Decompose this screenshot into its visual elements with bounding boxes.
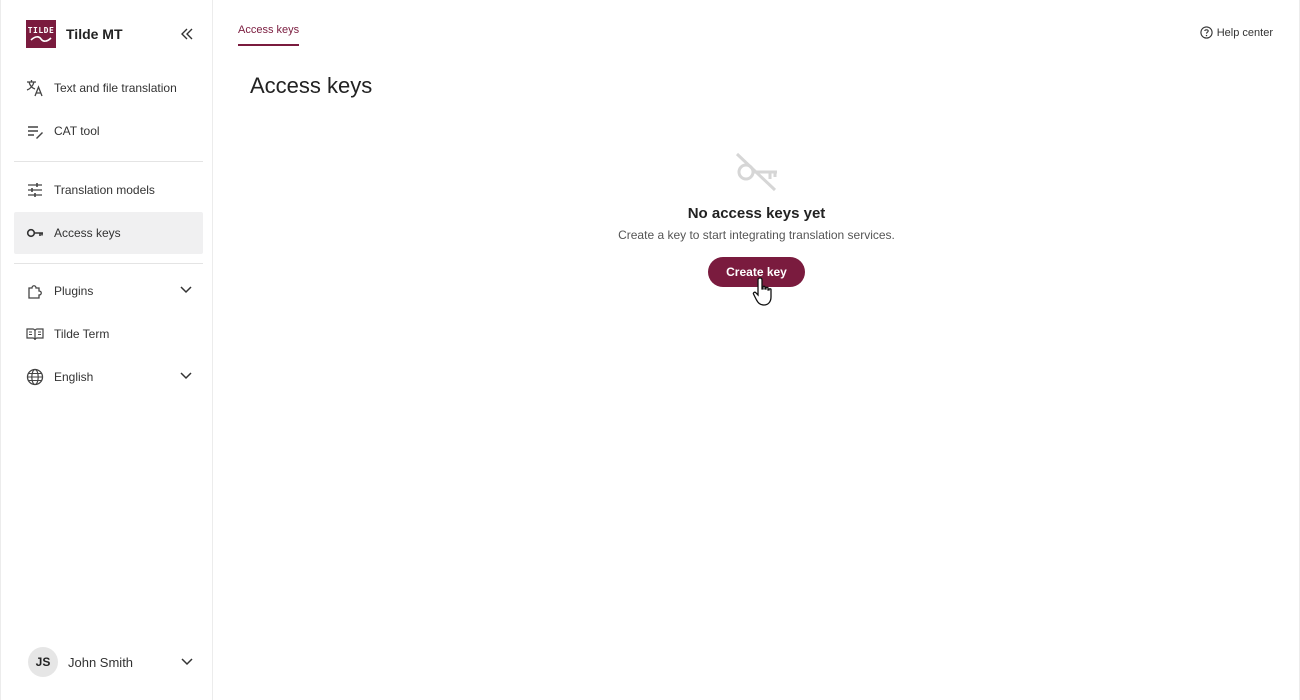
sidebar-item-label: Tilde Term xyxy=(54,327,110,341)
book-icon xyxy=(26,325,44,343)
sidebar-item-cat-tool[interactable]: CAT tool xyxy=(14,110,203,152)
sidebar-item-label: CAT tool xyxy=(54,124,100,138)
double-chevron-left-icon xyxy=(181,28,193,40)
empty-state: No access keys yet Create a key to start… xyxy=(214,150,1299,306)
help-center-label: Help center xyxy=(1216,26,1273,39)
edit-list-icon xyxy=(26,122,44,140)
sidebar-item-language[interactable]: English xyxy=(14,356,203,398)
sidebar-item-label: Translation models xyxy=(54,183,155,197)
key-off-icon xyxy=(735,152,777,192)
sidebar: TILDE Tilde MT Text and file translation xyxy=(3,0,213,700)
sidebar-divider xyxy=(14,161,203,162)
avatar: JS xyxy=(28,647,58,677)
key-icon xyxy=(26,224,44,242)
globe-icon xyxy=(26,368,44,386)
tab-access-keys[interactable]: Access keys xyxy=(238,24,300,46)
brand[interactable]: TILDE Tilde MT xyxy=(26,20,123,48)
puzzle-icon xyxy=(26,282,44,300)
main-content: Access keys Help center Access keys No a… xyxy=(214,0,1299,700)
chevron-down-icon[interactable] xyxy=(179,283,193,297)
collapse-sidebar-button[interactable] xyxy=(179,26,195,42)
user-name: John Smith xyxy=(68,654,134,670)
user-menu[interactable]: JS John Smith xyxy=(28,646,198,678)
empty-state-title: No access keys yet xyxy=(687,205,826,222)
translate-icon xyxy=(26,79,44,97)
sidebar-item-access-keys[interactable]: Access keys xyxy=(14,212,203,254)
logo-text: TILDE xyxy=(27,25,55,35)
sidebar-item-plugins[interactable]: Plugins xyxy=(14,270,203,312)
tilde-logo: TILDE xyxy=(26,20,56,48)
brand-name: Tilde MT xyxy=(66,26,123,42)
sidebar-item-label: Access keys xyxy=(54,226,121,240)
sidebar-item-label: Plugins xyxy=(54,284,94,298)
chevron-down-icon[interactable] xyxy=(179,369,193,383)
page-title: Access keys xyxy=(250,73,373,98)
help-icon xyxy=(1200,26,1213,39)
help-center-link[interactable]: Help center xyxy=(1200,26,1273,39)
hand-pointer-cursor-icon xyxy=(752,277,772,306)
sidebar-item-tilde-term[interactable]: Tilde Term xyxy=(14,313,203,355)
empty-state-subtitle: Create a key to start integrating transl… xyxy=(618,228,895,242)
app-window: TILDE Tilde MT Text and file translation xyxy=(0,0,1300,700)
sidebar-item-text-file-translation[interactable]: Text and file translation xyxy=(14,67,203,109)
sidebar-item-translation-models[interactable]: Translation models xyxy=(14,169,203,211)
sidebar-item-label: Text and file translation xyxy=(54,81,177,95)
sidebar-divider xyxy=(14,263,203,264)
chevron-down-icon[interactable] xyxy=(180,655,194,669)
tune-icon xyxy=(26,181,44,199)
logo-wave-icon xyxy=(30,35,52,42)
sidebar-item-label: English xyxy=(54,370,94,384)
